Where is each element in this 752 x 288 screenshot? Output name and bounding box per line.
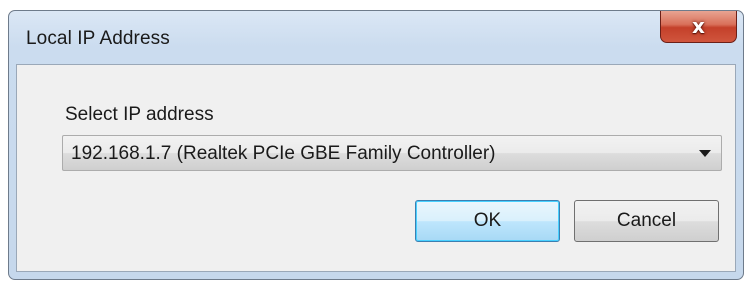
select-ip-label: Select IP address bbox=[65, 104, 214, 125]
ok-button-label: OK bbox=[473, 210, 502, 231]
cancel-button-label: Cancel bbox=[616, 210, 677, 231]
dialog-window: Local IP Address x Select IP address 192… bbox=[8, 10, 744, 280]
window-title: Local IP Address bbox=[26, 28, 170, 49]
ok-button[interactable]: OK bbox=[415, 200, 560, 242]
ip-address-dropdown[interactable]: 192.168.1.7 (Realtek PCIe GBE Family Con… bbox=[62, 135, 722, 171]
title-bar[interactable]: Local IP Address x bbox=[9, 11, 743, 65]
cancel-button[interactable]: Cancel bbox=[574, 200, 719, 242]
close-icon: x bbox=[692, 14, 705, 38]
ip-address-selected-value: 192.168.1.7 (Realtek PCIe GBE Family Con… bbox=[71, 143, 496, 164]
close-button[interactable]: x bbox=[660, 11, 737, 43]
dialog-body: Select IP address 192.168.1.7 (Realtek P… bbox=[16, 64, 736, 272]
chevron-down-icon bbox=[699, 150, 711, 157]
